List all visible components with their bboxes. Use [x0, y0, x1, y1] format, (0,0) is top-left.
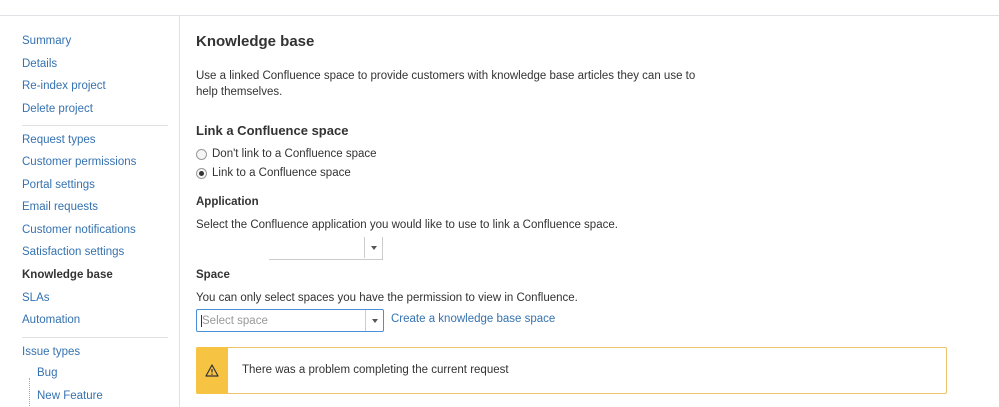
sidebar-divider [22, 337, 168, 338]
space-help-text: You can only select spaces you have the … [196, 292, 578, 304]
application-select-toggle[interactable] [364, 237, 382, 258]
sidebar-item-issue-type-new-feature[interactable]: New Feature [37, 387, 103, 405]
radio-dont-link[interactable]: Don't link to a Confluence space [196, 146, 377, 162]
sidebar-item-automation[interactable]: Automation [22, 311, 80, 329]
radio-label: Don't link to a Confluence space [212, 148, 377, 160]
sidebar-item-delete-project[interactable]: Delete project [22, 100, 93, 118]
chevron-down-icon [370, 245, 377, 250]
text-cursor [201, 315, 202, 327]
page-description: Use a linked Confluence space to provide… [196, 70, 696, 98]
sidebar-item-issue-type-bug[interactable]: Bug [37, 364, 57, 382]
radio-button[interactable] [196, 148, 207, 160]
space-select-placeholder[interactable]: Select space [197, 315, 268, 327]
sidebar-item-slas[interactable]: SLAs [22, 289, 50, 307]
sidebar-item-knowledge-base[interactable]: Knowledge base [22, 266, 113, 284]
project-settings-sidebar: Summary Details Re-index project Delete … [0, 16, 180, 407]
radio-link[interactable]: Link to a Confluence space [196, 165, 351, 181]
alert-icon-box [196, 347, 228, 394]
application-label: Application [196, 196, 259, 208]
sidebar-item-customer-permissions[interactable]: Customer permissions [22, 153, 136, 171]
sidebar-item-portal-settings[interactable]: Portal settings [22, 176, 95, 194]
application-help-text: Select the Confluence application you wo… [196, 219, 618, 231]
space-label: Space [196, 269, 230, 281]
sidebar-item-reindex-project[interactable]: Re-index project [22, 77, 106, 95]
radio-button-checked[interactable] [196, 167, 207, 179]
radio-label: Link to a Confluence space [212, 167, 351, 179]
warning-alert: There was a problem completing the curre… [196, 347, 947, 394]
sidebar-item-satisfaction-settings[interactable]: Satisfaction settings [22, 243, 124, 261]
page-title: Knowledge base [196, 33, 315, 50]
sidebar-item-email-requests[interactable]: Email requests [22, 198, 98, 216]
application-select[interactable] [269, 237, 383, 260]
space-select-toggle[interactable] [365, 310, 383, 331]
tree-connector [29, 378, 30, 407]
space-select[interactable]: Select space [196, 309, 384, 332]
sidebar-item-request-types[interactable]: Request types [22, 131, 96, 149]
create-knowledge-base-space-link[interactable]: Create a knowledge base space [391, 313, 555, 325]
sidebar-item-summary[interactable]: Summary [22, 32, 71, 50]
sidebar-item-details[interactable]: Details [22, 55, 57, 73]
link-section-title: Link a Confluence space [196, 123, 349, 138]
sidebar-item-issue-types[interactable]: Issue types [22, 343, 80, 361]
sidebar-divider [22, 125, 168, 126]
sidebar-item-customer-notifications[interactable]: Customer notifications [22, 221, 136, 239]
warning-icon [205, 364, 219, 377]
chevron-down-icon [371, 318, 378, 323]
top-bar [0, 0, 999, 16]
alert-message: There was a problem completing the curre… [242, 364, 509, 376]
